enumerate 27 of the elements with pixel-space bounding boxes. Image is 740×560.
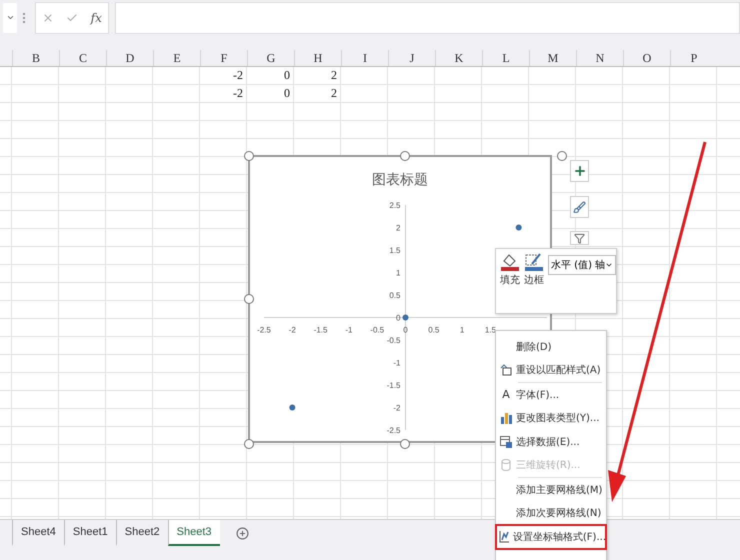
- y-tick-label: 2.5: [389, 201, 400, 210]
- table-cell-text: -2: [232, 85, 244, 102]
- x-tick-label: -1: [345, 326, 352, 334]
- x-tick-label: 0: [403, 326, 408, 334]
- table-cell-text: 2: [330, 67, 338, 84]
- x-tick-label: -0.5: [370, 326, 384, 334]
- y-tick-label: -2.5: [386, 426, 400, 435]
- table-cell-text: 0: [283, 67, 291, 84]
- y-tick-label: -1: [393, 358, 400, 368]
- y-tick-label: -0.5: [386, 336, 400, 345]
- y-tick-label: 2: [396, 224, 400, 232]
- y-tick-label: -2: [393, 404, 400, 412]
- table-cell-text: 0: [283, 85, 291, 102]
- y-tick-label: 0: [396, 314, 400, 322]
- x-tick-label: 1: [460, 326, 464, 334]
- x-tick-label: -2.5: [257, 326, 271, 334]
- y-tick-label: 1: [396, 268, 400, 278]
- x-tick-label: -2: [288, 326, 296, 334]
- table-cell-text: 2: [330, 85, 338, 102]
- y-tick-label: -1.5: [386, 381, 400, 390]
- chart-title: 图表标题: [372, 172, 428, 188]
- y-tick-label: 1.5: [389, 246, 400, 255]
- x-tick-label: 0.5: [428, 326, 440, 334]
- font-glyph: A: [502, 388, 510, 402]
- x-tick-label: -1.5: [314, 326, 328, 334]
- table-cell-text: -2: [232, 67, 244, 84]
- y-tick-label: 0.5: [389, 291, 400, 300]
